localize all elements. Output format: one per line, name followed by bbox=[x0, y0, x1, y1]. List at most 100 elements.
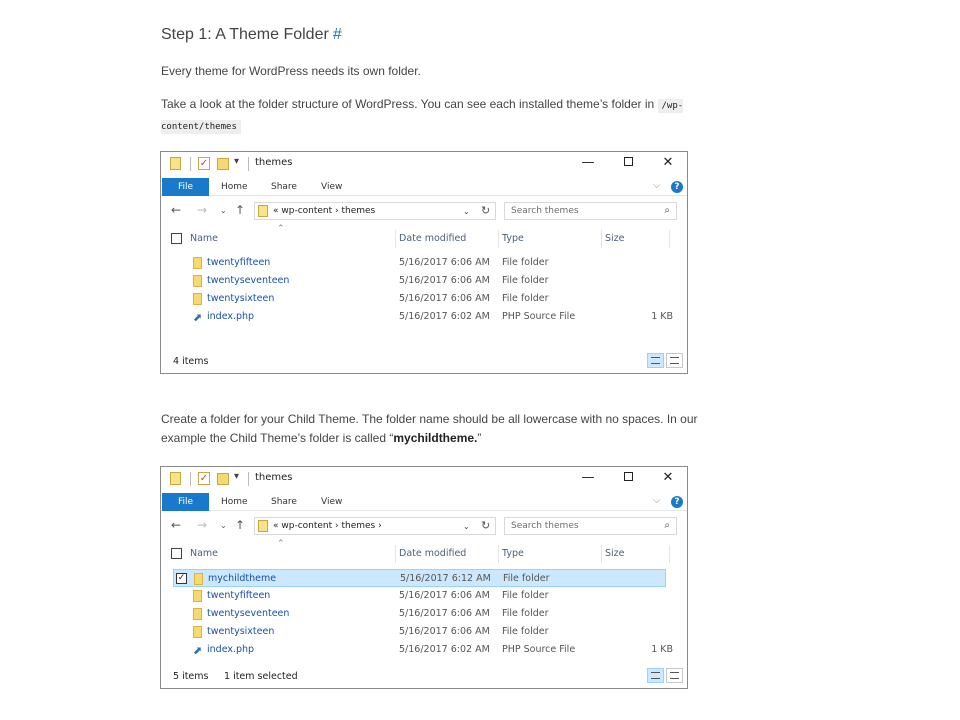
row-checkbox[interactable]: ✓ bbox=[176, 573, 187, 584]
ribbon-tabs: File Home Share View ⌵ ? bbox=[161, 178, 687, 196]
search-icon: ⌕ bbox=[664, 205, 670, 216]
properties-icon[interactable]: ✓ bbox=[198, 157, 210, 170]
file-row[interactable]: twentyseventeen 5/16/2017 6:06 AM File fol… bbox=[173, 272, 666, 290]
folder-icon bbox=[170, 157, 181, 170]
folder-icon bbox=[170, 472, 181, 485]
folder-icon bbox=[193, 590, 202, 602]
status-item-count: 4 items bbox=[173, 356, 209, 367]
folder-structure-paragraph: Take a look at the folder structure of W… bbox=[161, 97, 684, 134]
file-row[interactable]: twentyfifteen 5/16/2017 6:06 AM File folde… bbox=[173, 587, 666, 605]
tab-view[interactable]: View bbox=[321, 493, 342, 511]
folder-icon bbox=[193, 257, 202, 269]
file-row[interactable]: twentysixteen 5/16/2017 6:06 AM File folde… bbox=[173, 623, 666, 641]
file-type: File folder bbox=[502, 275, 549, 286]
new-folder-icon[interactable] bbox=[217, 473, 229, 485]
file-name: twentyfifteen bbox=[207, 590, 271, 601]
intro-paragraph: Every theme for WordPress needs its own … bbox=[161, 64, 421, 78]
navigation-bar: ← → ⌄ ↑ « wp-content › themes ⌄ ↻ Search… bbox=[161, 200, 687, 222]
tab-view[interactable]: View bbox=[321, 178, 342, 196]
maximize-button[interactable] bbox=[613, 469, 643, 487]
tab-home[interactable]: Home bbox=[221, 178, 248, 196]
folder-icon bbox=[193, 293, 202, 305]
details-view-button[interactable] bbox=[647, 668, 664, 683]
folder-icon bbox=[258, 205, 268, 217]
chevron-down-icon[interactable]: ⌄ bbox=[463, 519, 470, 535]
up-arrow-icon[interactable]: ↑ bbox=[235, 203, 245, 217]
forward-arrow-icon[interactable]: → bbox=[197, 203, 207, 217]
file-type: File folder bbox=[502, 608, 549, 619]
back-arrow-icon[interactable]: ← bbox=[171, 203, 181, 217]
minimize-button[interactable]: — bbox=[573, 154, 603, 172]
search-input[interactable]: Search themes ⌕ bbox=[504, 202, 677, 220]
select-all-checkbox[interactable] bbox=[171, 233, 182, 244]
customize-quick-access-icon[interactable]: ▾ bbox=[234, 156, 239, 170]
up-arrow-icon[interactable]: ↑ bbox=[235, 518, 245, 532]
search-icon: ⌕ bbox=[664, 520, 670, 531]
recent-locations-icon[interactable]: ⌄ bbox=[220, 206, 227, 215]
column-name[interactable]: Name bbox=[190, 548, 218, 559]
folder-icon bbox=[193, 626, 202, 638]
create-folder-paragraph: Create a folder for your Child Theme. Th… bbox=[161, 412, 698, 445]
column-date-modified[interactable]: Date modified bbox=[399, 233, 466, 244]
column-type[interactable]: Type bbox=[502, 548, 524, 559]
file-date: 5/16/2017 6:06 AM bbox=[399, 293, 490, 304]
forward-arrow-icon[interactable]: → bbox=[197, 518, 207, 532]
column-size[interactable]: Size bbox=[605, 233, 625, 244]
column-type[interactable]: Type bbox=[502, 233, 524, 244]
large-icons-view-button[interactable] bbox=[666, 668, 683, 683]
details-view-button[interactable] bbox=[647, 353, 664, 368]
file-date: 5/16/2017 6:06 AM bbox=[399, 626, 490, 637]
refresh-icon[interactable]: ↻ bbox=[481, 518, 490, 534]
step-heading: Step 1: A Theme Folder # bbox=[161, 26, 342, 44]
sort-ascending-icon: ⌃ bbox=[277, 224, 285, 234]
chevron-down-icon[interactable]: ⌵ bbox=[653, 495, 661, 506]
file-row[interactable]: ⬈ index.php 5/16/2017 6:02 AM PHP Source Fi… bbox=[173, 308, 673, 326]
recent-locations-icon[interactable]: ⌄ bbox=[220, 521, 227, 530]
column-date-modified[interactable]: Date modified bbox=[399, 548, 466, 559]
navigation-bar: ← → ⌄ ↑ « wp-content › themes › ⌄ ↻ Sear… bbox=[161, 515, 687, 537]
new-folder-icon[interactable] bbox=[217, 158, 229, 170]
chevron-down-icon[interactable]: ⌵ bbox=[653, 180, 661, 191]
sort-ascending-icon: ⌃ bbox=[277, 539, 285, 549]
properties-icon[interactable]: ✓ bbox=[198, 472, 210, 485]
large-icons-view-button[interactable] bbox=[666, 353, 683, 368]
file-size: 1 KB bbox=[651, 311, 673, 322]
file-row[interactable]: twentyseventeen 5/16/2017 6:06 AM File fol… bbox=[173, 605, 666, 623]
help-icon[interactable]: ? bbox=[671, 181, 683, 193]
back-arrow-icon[interactable]: ← bbox=[171, 518, 181, 532]
heading-anchor-link[interactable]: # bbox=[333, 26, 342, 43]
file-row[interactable]: ✓ mychildtheme 5/16/2017 6:12 AM File folde… bbox=[173, 569, 666, 587]
column-size[interactable]: Size bbox=[605, 548, 625, 559]
file-name: index.php bbox=[207, 311, 255, 322]
folder-icon bbox=[193, 608, 202, 620]
file-name: twentysixteen bbox=[207, 293, 275, 304]
file-row[interactable]: twentysixteen 5/16/2017 6:06 AM File folde… bbox=[173, 290, 666, 308]
close-button[interactable]: ✕ bbox=[653, 469, 683, 487]
tab-file[interactable]: File bbox=[162, 493, 209, 511]
minimize-button[interactable]: — bbox=[573, 469, 603, 487]
maximize-button[interactable] bbox=[613, 154, 643, 172]
title-bar: ✓ ▾ themes — ✕ bbox=[161, 152, 687, 176]
column-name[interactable]: Name bbox=[190, 233, 218, 244]
file-type: File folder bbox=[502, 257, 549, 268]
address-bar[interactable]: « wp-content › themes ⌄ ↻ bbox=[254, 202, 496, 220]
file-type: PHP Source File bbox=[502, 311, 576, 322]
file-row[interactable]: twentyfifteen 5/16/2017 6:06 AM File folde… bbox=[173, 254, 666, 272]
help-icon[interactable]: ? bbox=[671, 496, 683, 508]
select-all-checkbox[interactable] bbox=[171, 548, 182, 559]
file-date: 5/16/2017 6:06 AM bbox=[399, 257, 490, 268]
ribbon-tabs: File Home Share View ⌵ ? bbox=[161, 493, 687, 511]
customize-quick-access-icon[interactable]: ▾ bbox=[234, 471, 239, 485]
file-name: twentysixteen bbox=[207, 626, 275, 637]
search-input[interactable]: Search themes ⌕ bbox=[504, 517, 677, 535]
tab-share[interactable]: Share bbox=[271, 493, 297, 511]
chevron-down-icon[interactable]: ⌄ bbox=[463, 204, 470, 220]
tab-file[interactable]: File bbox=[162, 178, 209, 196]
tab-home[interactable]: Home bbox=[221, 493, 248, 511]
refresh-icon[interactable]: ↻ bbox=[481, 203, 490, 219]
tab-share[interactable]: Share bbox=[271, 178, 297, 196]
file-name: twentyseventeen bbox=[207, 275, 290, 286]
close-button[interactable]: ✕ bbox=[653, 154, 683, 172]
file-row[interactable]: ⬈ index.php 5/16/2017 6:02 AM PHP Source Fi… bbox=[173, 641, 673, 659]
address-bar[interactable]: « wp-content › themes › ⌄ ↻ bbox=[254, 517, 496, 535]
